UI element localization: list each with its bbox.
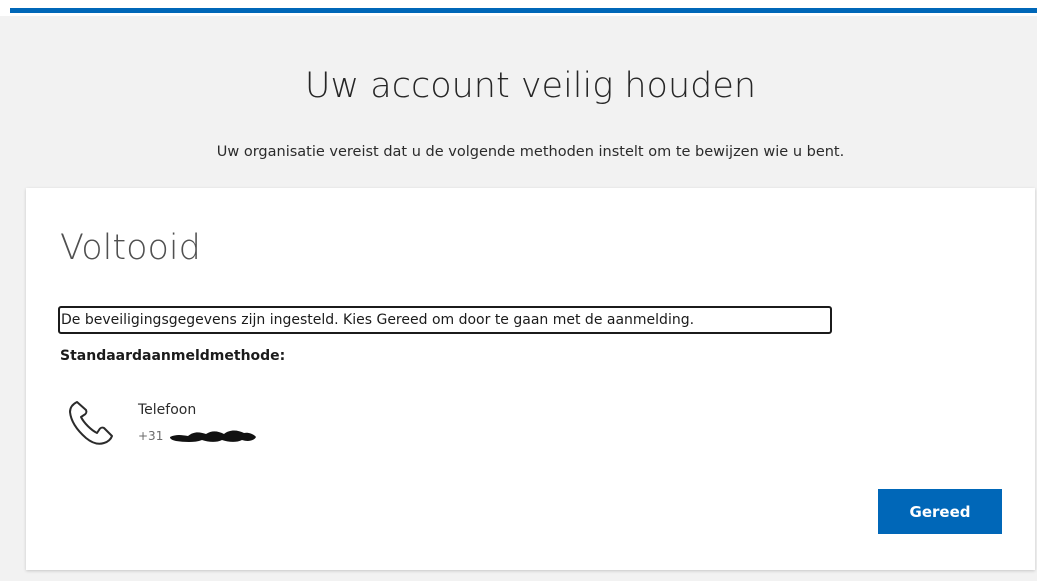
done-button[interactable]: Gereed [878, 489, 1002, 534]
method-name: Telefoon [138, 402, 197, 418]
phone-icon [69, 401, 113, 445]
page-subtitle: Uw organisatie vereist dat u de volgende… [216, 144, 845, 160]
card-title: Voltooid [60, 228, 201, 268]
top-bar [0, 0, 1037, 16]
accent-stripe [10, 8, 1037, 13]
redaction-mark [170, 430, 256, 442]
method-phone-number: +31 [138, 429, 164, 443]
completion-card: Voltooid De beveiligingsgegevens zijn in… [26, 188, 1035, 570]
page-title: Uw account veilig houden [304, 66, 757, 106]
default-method-label: Standaardaanmeldmethode: [60, 348, 286, 364]
info-message: De beveiligingsgegevens zijn ingesteld. … [58, 306, 832, 334]
